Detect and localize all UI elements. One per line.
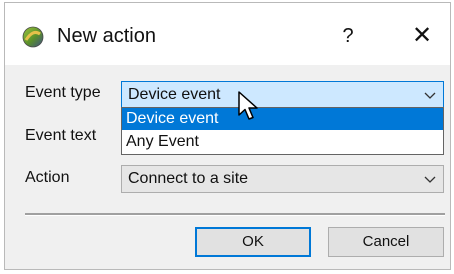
ok-button[interactable]: OK [195, 227, 311, 257]
dropdown-option-device-event[interactable]: Device event [122, 108, 443, 130]
event-type-select[interactable]: Device event [121, 81, 444, 109]
help-button[interactable]: ? [335, 23, 361, 49]
action-label: Action [25, 169, 70, 186]
close-button[interactable]: ✕ [409, 23, 435, 49]
event-type-label: Event type [25, 84, 101, 101]
event-text-label: Event text [25, 127, 97, 144]
action-value: Connect to a site [128, 170, 249, 187]
app-icon [22, 26, 44, 48]
cancel-button[interactable]: Cancel [328, 227, 444, 257]
title-bar: New action ? ✕ [5, 3, 450, 65]
mouse-cursor-icon [238, 91, 258, 120]
dropdown-option-any-event[interactable]: Any Event [122, 131, 443, 153]
action-select[interactable]: Connect to a site [121, 165, 444, 193]
chevron-down-icon [424, 92, 436, 99]
dialog-title: New action [57, 25, 156, 47]
event-type-value: Device event [128, 86, 221, 103]
new-action-dialog: New action ? ✕ Event type Device event E… [4, 2, 451, 270]
event-type-dropdown-list: Device event Any Event [121, 107, 444, 155]
chevron-down-icon [424, 176, 436, 183]
separator [25, 213, 445, 216]
